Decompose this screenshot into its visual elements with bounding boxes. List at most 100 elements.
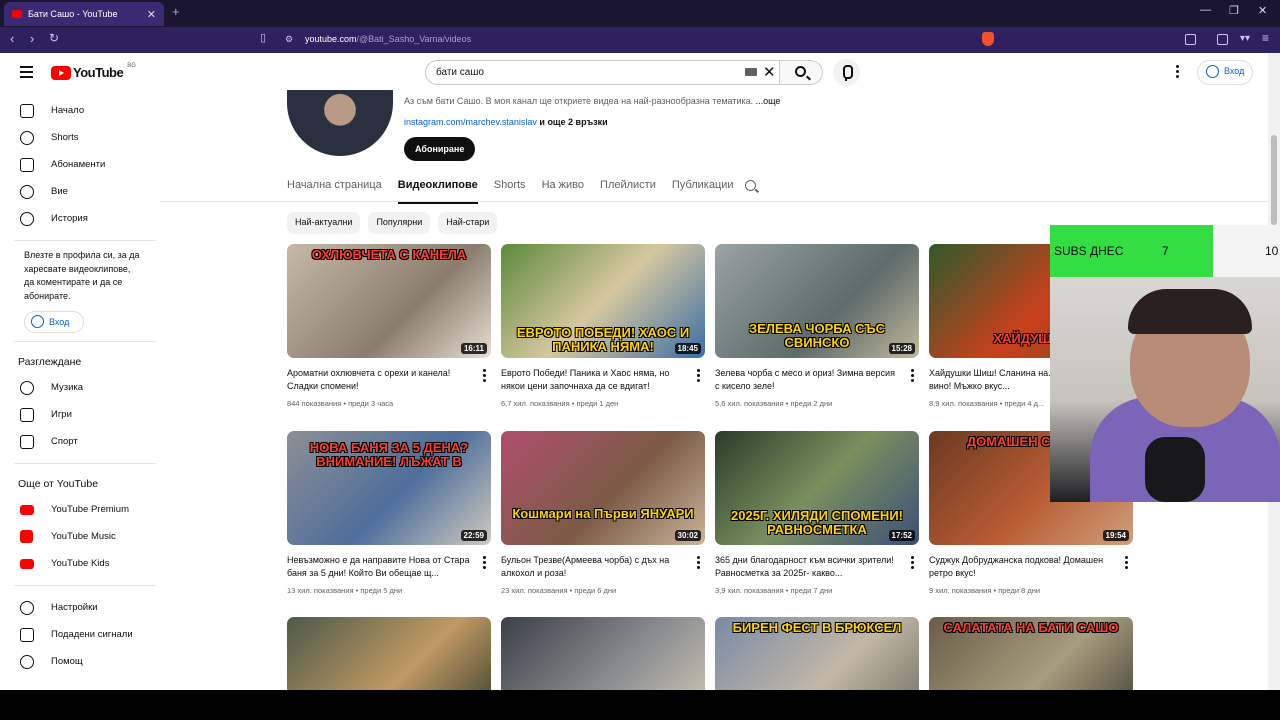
video-kebab-icon[interactable] xyxy=(697,369,700,384)
sidebar-item-music-app[interactable]: YouTube Music xyxy=(0,523,160,550)
divider xyxy=(14,463,156,464)
history-icon xyxy=(20,211,34,226)
close-tab-icon[interactable]: ✕ xyxy=(147,8,156,21)
flag-icon xyxy=(20,627,34,642)
close-window-icon[interactable]: ✕ xyxy=(1258,4,1267,17)
browser-menu-icon[interactable]: ≡ xyxy=(1262,31,1269,45)
video-thumbnail[interactable]: 2025Г. ХИЛЯДИ СПОМЕНИ! РАВНОСМЕТКА 17:52 xyxy=(715,431,919,545)
divider xyxy=(14,240,156,241)
video-kebab-icon[interactable] xyxy=(911,556,914,571)
video-title[interactable]: Суджук Добруджанска подкова! Домашен рет… xyxy=(929,554,1115,580)
video-thumbnail[interactable]: ОХЛЮВЧЕТА С КАНЕЛА 16:11 xyxy=(287,244,491,358)
more-link[interactable]: ...още xyxy=(756,96,781,106)
youtube-logo[interactable]: YouTube BG xyxy=(51,63,136,80)
restore-icon[interactable]: ❐ xyxy=(1229,4,1239,17)
channel-links[interactable]: instagram.com/marchev.stanislav и още 2 … xyxy=(404,117,608,127)
sidebar-item-subscriptions[interactable]: Абонаменти xyxy=(0,151,160,178)
site-info-icon[interactable]: ⚙ xyxy=(285,34,293,45)
sidebar-item-music[interactable]: Музика xyxy=(0,374,160,401)
sidebar-item-you[interactable]: Вие xyxy=(0,178,160,205)
video-title[interactable]: Бульон Трезве(Армеева чорба) с дъх на ал… xyxy=(501,554,687,580)
video-kebab-icon[interactable] xyxy=(483,369,486,384)
sidebar-item-report-history[interactable]: Подадени сигнали xyxy=(0,621,160,648)
clear-search-icon[interactable]: ✕ xyxy=(763,63,776,81)
wallet-icon[interactable] xyxy=(1185,34,1196,45)
browser-tab[interactable]: Бати Сашо - YouTube ✕ xyxy=(4,2,164,26)
sidebar-item-label: Спорт xyxy=(51,436,78,447)
sidebar-signin-button[interactable]: Вход xyxy=(24,311,84,333)
brave-shield-icon[interactable] xyxy=(982,32,994,46)
video-duration: 15:28 xyxy=(888,343,915,354)
sidebar-item-label: История xyxy=(51,213,88,224)
video-thumbnail[interactable]: ЕВРОТО ПОБЕДИ! ХАОС И ПАНИКА НЯМА! 18:45 xyxy=(501,244,705,358)
sidebar-item-premium[interactable]: YouTube Premium xyxy=(0,496,160,523)
sidebar-item-history[interactable]: История xyxy=(0,205,160,232)
signin-button[interactable]: Вход xyxy=(1197,60,1254,85)
tab-live[interactable]: На живо xyxy=(542,179,584,191)
extensions-icon[interactable]: ▾▾ xyxy=(1240,33,1250,44)
video-thumbnail[interactable]: БИРЕН ФЕСТ В БРЮКСЕЛ xyxy=(715,617,919,690)
channel-search-icon[interactable] xyxy=(745,180,756,191)
video-title[interactable]: Ароматни охлювчета с орехи и канела! Сла… xyxy=(287,367,473,393)
sidebar-item-games[interactable]: Игри xyxy=(0,401,160,428)
address-bar[interactable]: youtube.com/@Bati_Sasho_Varna/videos xyxy=(305,34,471,44)
search-button[interactable] xyxy=(780,60,823,85)
video-title[interactable]: 365 дни благодарност към всички зрители!… xyxy=(715,554,901,580)
tab-shorts[interactable]: Shorts xyxy=(494,179,526,191)
sidebar-item-home[interactable]: Начало xyxy=(0,97,160,124)
chip-latest[interactable]: Най-актуални xyxy=(287,212,361,234)
bookmark-icon[interactable]: ▯ xyxy=(260,31,266,44)
video-title[interactable]: Зелева чорба с месо и ориз! Зимна версия… xyxy=(715,367,901,393)
sidebar-toggle-icon[interactable] xyxy=(1217,34,1228,45)
tab-playlists[interactable]: Плейлисти xyxy=(600,179,656,191)
search-input[interactable]: бати сашо xyxy=(425,60,780,85)
tab-home[interactable]: Начална страница xyxy=(287,179,382,191)
video-thumbnail[interactable]: ЗЕЛЕВА ЧОРБА СЪС СВИНСКО 15:28 xyxy=(715,244,919,358)
more-links[interactable]: и още 2 връзки xyxy=(539,117,607,127)
sidebar-item-sport[interactable]: Спорт xyxy=(0,428,160,455)
video-thumbnail[interactable] xyxy=(501,617,705,690)
subs-label: SUBS ДНЕС xyxy=(1054,244,1124,258)
subscribe-button[interactable]: Абониране xyxy=(404,137,476,161)
video-thumbnail[interactable]: Кошмари на Първи ЯНУАРИ 30:02 xyxy=(501,431,705,545)
channel-avatar[interactable] xyxy=(287,90,393,156)
voice-search-icon[interactable] xyxy=(833,59,860,86)
back-icon[interactable]: ‹ xyxy=(10,31,14,46)
menu-icon[interactable] xyxy=(20,66,33,81)
games-icon xyxy=(20,407,34,422)
sort-chips: Най-актуални Популярни Най-стари xyxy=(287,212,505,234)
tab-videos[interactable]: Видеоклипове xyxy=(397,179,478,204)
instagram-link[interactable]: instagram.com/marchev.stanislav xyxy=(404,117,537,127)
subs-value: 7 xyxy=(1162,244,1169,258)
sidebar-item-shorts[interactable]: Shorts xyxy=(0,124,160,151)
youtube-music-icon xyxy=(20,530,33,543)
thumbnail-caption: БИРЕН ФЕСТ В БРЮКСЕЛ xyxy=(732,620,902,635)
chip-popular[interactable]: Популярни xyxy=(368,212,431,234)
scrollbar-thumb[interactable] xyxy=(1271,135,1277,225)
minimize-icon[interactable]: — xyxy=(1200,4,1211,16)
music-icon xyxy=(20,380,34,395)
sidebar-item-kids[interactable]: YouTube Kids xyxy=(0,550,160,577)
forward-icon[interactable]: › xyxy=(30,31,34,46)
tab-posts[interactable]: Публикации xyxy=(672,179,734,191)
chip-oldest[interactable]: Най-стари xyxy=(438,212,498,234)
new-tab-button[interactable]: + xyxy=(172,4,180,19)
video-kebab-icon[interactable] xyxy=(911,369,914,384)
sidebar-item-settings[interactable]: Настройки xyxy=(0,594,160,621)
video-thumbnail[interactable]: САЛАТАТА НА БАТИ САШО xyxy=(929,617,1133,690)
sidebar-item-help[interactable]: Помощ xyxy=(0,648,160,675)
video-kebab-icon[interactable] xyxy=(483,556,486,571)
video-title[interactable]: Невъзможно е да направите Нова от Стара … xyxy=(287,554,473,580)
more-heading: Още от YouTube xyxy=(18,478,99,490)
channel-description[interactable]: Аз съм бати Сашо. В моя канал ще откриет… xyxy=(404,96,780,106)
video-kebab-icon[interactable] xyxy=(1125,556,1128,571)
video-meta: 23 хил. показвания • преди 6 дни xyxy=(501,586,617,595)
video-kebab-icon[interactable] xyxy=(697,556,700,571)
video-title[interactable]: Еврото Победи! Паника и Хаос няма, но ня… xyxy=(501,367,687,393)
keyboard-icon[interactable] xyxy=(745,68,757,76)
thumbnail-caption: Кошмари на Първи ЯНУАРИ xyxy=(512,506,694,521)
settings-kebab-icon[interactable] xyxy=(1176,65,1180,80)
video-thumbnail[interactable]: НОВА БАНЯ ЗА 5 ДЕНА? ВНИМАНИЕ! ЛЪЖАТ В 22… xyxy=(287,431,491,545)
video-thumbnail[interactable] xyxy=(287,617,491,690)
reload-icon[interactable]: ↻ xyxy=(49,31,59,45)
